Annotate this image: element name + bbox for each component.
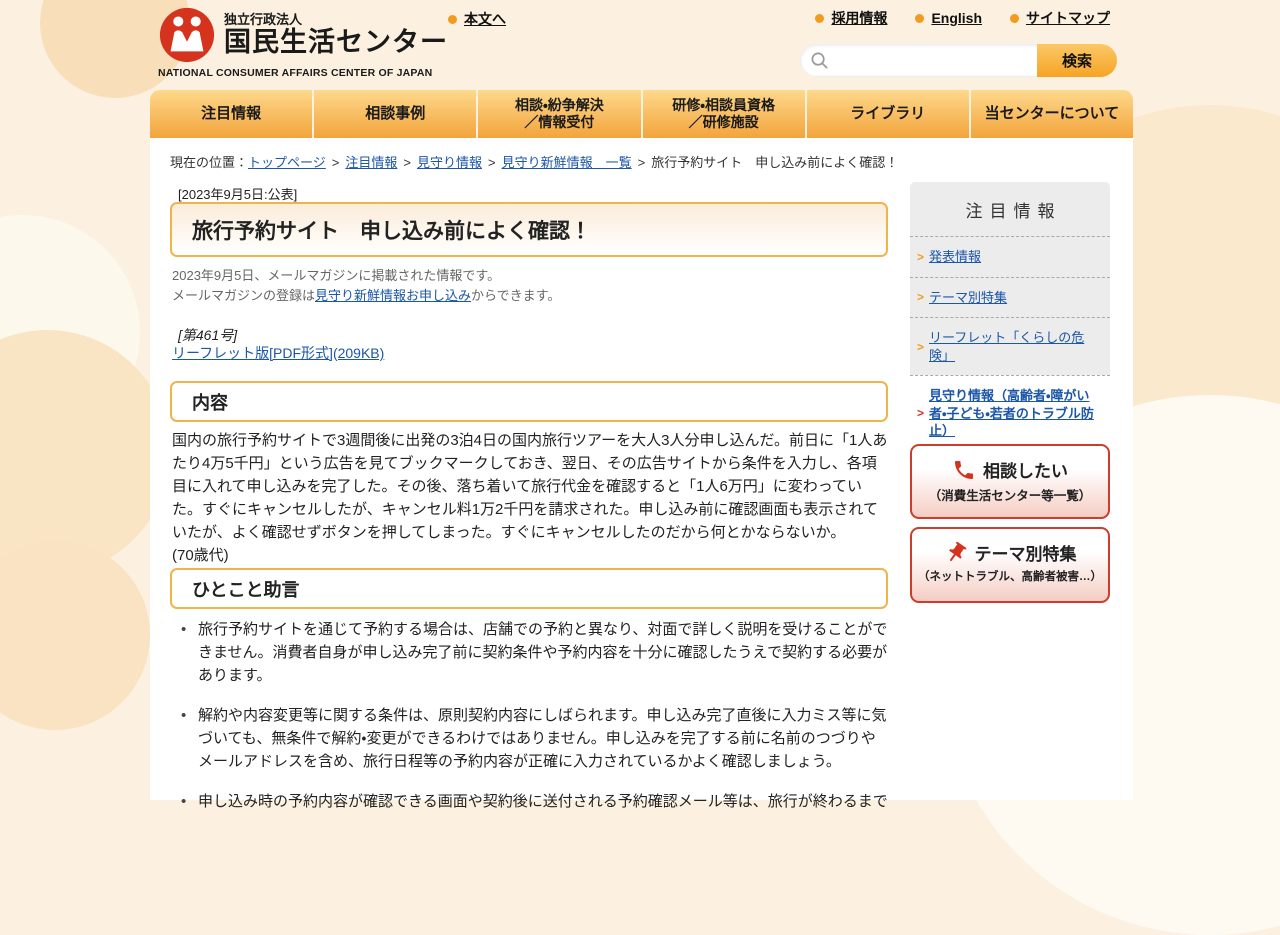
breadcrumb-link-featured[interactable]: 注目情報 <box>345 155 397 170</box>
breadcrumb-link-mimamori-list[interactable]: 見守り新鮮情報 一覧 <box>502 155 632 170</box>
breadcrumb-prefix: 現在の位置： <box>170 155 249 170</box>
advice-list: 旅行予約サイトを通じて予約する場合は、店舗での予約と異なり、対面で詳しく説明を受… <box>172 619 890 831</box>
sitemap-link[interactable]: サイトマップ <box>1010 8 1110 28</box>
breadcrumb: 現在の位置：トップページ > 注目情報 > 見守り情報 > 見守り新鮮情報 一覧 > 旅行予約サ… <box>170 152 898 171</box>
utility-nav: 採用情報 English サイトマップ <box>815 8 1110 28</box>
org-type-label: 独立行政法人 <box>224 11 303 27</box>
chevron-right-icon: > <box>917 339 925 354</box>
sidebar-item-theme[interactable]: > テーマ別特集 <box>910 276 1110 318</box>
publish-date: [2023年9月5日:公表] <box>178 187 298 202</box>
sidebar-item-happyo[interactable]: > 発表情報 <box>910 236 1110 277</box>
nav-tab-featured-info[interactable]: 注目情報 <box>150 90 313 138</box>
case-description: 国内の旅行予約サイトで3週間後に出発の3泊4日の国内旅行ツアーを大人3人分申し込… <box>172 430 890 568</box>
english-link[interactable]: English <box>915 8 982 28</box>
breadcrumb-link-top[interactable]: トップページ <box>248 155 326 170</box>
decorative-circle <box>0 540 150 730</box>
sidebar-item-mimamori[interactable]: > 見守り情報（高齢者・障がい者・子ども・若者のトラブル防止） <box>910 375 1110 451</box>
decorative-circle <box>0 330 170 575</box>
pdf-leaflet-link[interactable]: リーフレット版[PDF形式](209KB) <box>172 343 384 363</box>
issue-number: [第461号] <box>178 327 238 343</box>
content-area: 現在の位置：トップページ > 注目情報 > 見守り情報 > 見守り新鮮情報 一覧 > 旅行予約サ… <box>150 138 1133 814</box>
breadcrumb-separator: > <box>331 155 340 170</box>
page-title: 旅行予約サイト 申し込み前によく確認！ <box>170 202 888 257</box>
chevron-right-icon: > <box>917 290 925 305</box>
magazine-note-line2-pre: メールマガジンの登録は <box>172 287 316 303</box>
search-input[interactable] <box>800 44 1040 77</box>
content-section-heading: 内容 <box>170 381 888 422</box>
search-bar: 検索 <box>800 44 1117 77</box>
nav-tab-dispute-resolution[interactable]: 相談・紛争解決 ／情報受付 <box>478 90 641 138</box>
case-age: (70歳代) <box>172 546 229 564</box>
pushpin-icon <box>948 541 966 561</box>
sidebar-item-leaflet[interactable]: > リーフレット「くらしの危険」 <box>910 317 1110 376</box>
bullet-icon <box>915 13 925 23</box>
case-text: 国内の旅行予約サイトで3週間後に出発の3泊4日の国内旅行ツアーを大人3人分申し込… <box>172 432 888 541</box>
nav-tab-training[interactable]: 研修・相談員資格 ／研修施設 <box>642 90 805 138</box>
chevron-right-icon: > <box>917 406 925 421</box>
advice-item: 旅行予約サイトを通じて予約する場合は、店舗での予約と異なり、対面で詳しく説明を受… <box>172 619 890 688</box>
bullet-icon <box>448 14 457 24</box>
nav-tab-about-center[interactable]: 当センターについて <box>970 90 1134 138</box>
org-name-english: NATIONAL CONSUMER AFFAIRS CENTER OF JAPA… <box>158 67 433 79</box>
main-nav: 注目情報 相談事例 相談・紛争解決 ／情報受付 研修・相談員資格 ／研修施設 ライブ… <box>150 90 1134 138</box>
site-logo[interactable]: 独立行政法人 国民生活センター NATIONAL CONSUMER AFFAIR… <box>158 6 448 79</box>
theme-feature-banner[interactable]: テーマ別特集 （ネットトラブル、高齢者被害…） <box>910 527 1110 603</box>
consult-banner[interactable]: 相談したい （消費生活センター等一覧） <box>910 444 1110 519</box>
org-name-label: 国民生活センター <box>224 27 448 58</box>
breadcrumb-separator: > <box>403 155 411 170</box>
theme-banner-title: テーマ別特集 <box>974 545 1077 564</box>
magazine-note: 2023年9月5日、メールマガジンに掲載された情報です。 メールマガジンの登録は… <box>172 266 560 305</box>
magazine-note-line1: 2023年9月5日、メールマガジンに掲載された情報です。 <box>172 268 501 283</box>
magazine-note-line2-post: からできます。 <box>471 287 561 303</box>
consult-banner-title: 相談したい <box>983 462 1068 481</box>
sidebar-featured-info: 注目情報 > 発表情報 > テーマ別特集 > リーフレット「くらしの危険」 > … <box>910 182 1110 451</box>
bullet-icon <box>1010 13 1019 23</box>
phone-icon <box>955 460 973 479</box>
breadcrumb-separator: > <box>487 155 496 170</box>
breadcrumb-link-mimamori[interactable]: 見守り情報 <box>417 155 482 170</box>
breadcrumb-separator: > <box>637 155 646 170</box>
skip-to-content-link[interactable]: 本文へ <box>448 9 506 29</box>
nav-tab-library[interactable]: ライブラリ <box>806 90 969 138</box>
advice-section-heading: ひとこと助言 <box>170 568 888 609</box>
nav-tab-consultation-cases[interactable]: 相談事例 <box>314 90 477 138</box>
consult-banner-subtitle: （消費生活センター等一覧） <box>928 489 1092 503</box>
breadcrumb-current: 旅行予約サイト 申し込み前によく確認！ <box>651 155 899 170</box>
sidebar-heading: 注目情報 <box>965 202 1062 221</box>
advice-item: 解約や内容変更等に関する条件は、原則契約内容にしばられます。申し込み完了直後に入… <box>172 705 890 774</box>
search-button[interactable]: 検索 <box>1037 44 1117 77</box>
logo-mark-icon <box>159 7 215 63</box>
advice-item: 申し込み時の予約内容が確認できる画面や契約後に送付される予約確認メール等は、旅行… <box>172 791 890 814</box>
magazine-signup-link[interactable]: 見守り新鮮情報お申し込み <box>315 288 471 303</box>
chevron-right-icon: > <box>917 249 925 264</box>
search-icon <box>811 52 828 69</box>
bullet-icon <box>815 13 825 23</box>
theme-banner-subtitle: （ネットトラブル、高齢者被害…） <box>918 571 1102 583</box>
recruit-link[interactable]: 採用情報 <box>815 8 887 28</box>
